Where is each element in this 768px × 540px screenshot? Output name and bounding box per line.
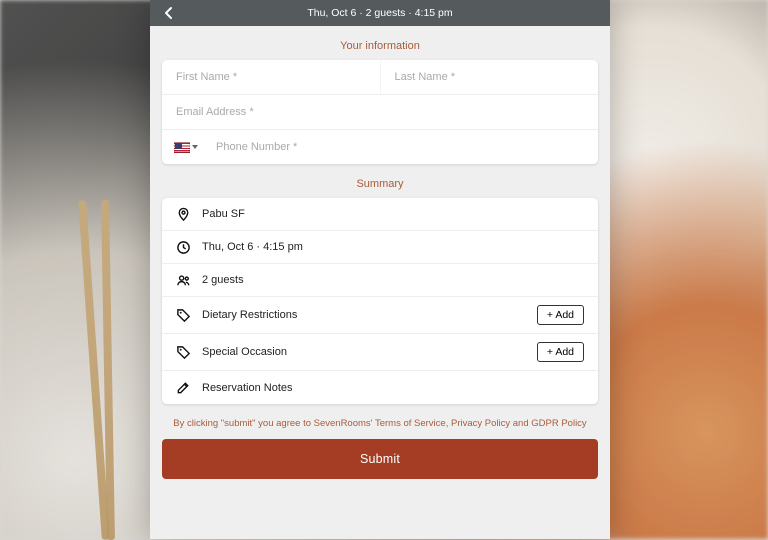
privacy-link[interactable]: Privacy Policy	[451, 418, 510, 429]
dietary-label: Dietary Restrictions	[202, 309, 526, 321]
summary-title: Summary	[162, 178, 598, 190]
submit-button[interactable]: Submit	[162, 439, 598, 479]
summary-card: Pabu SF Thu, Oct 6 · 4:15 pm 2 guests Di…	[162, 198, 598, 404]
occasion-label: Special Occasion	[202, 346, 526, 358]
add-occasion-button[interactable]: + Add	[537, 342, 584, 362]
name-row	[162, 60, 598, 95]
email-row	[162, 95, 598, 130]
dietary-row: Dietary Restrictions + Add	[162, 297, 598, 334]
us-flag-icon[interactable]	[174, 142, 190, 153]
last-name-input[interactable]	[381, 60, 599, 94]
datetime-row: Thu, Oct 6 · 4:15 pm	[162, 231, 598, 264]
back-button[interactable]	[160, 4, 178, 22]
tos-link[interactable]: Terms of Service	[375, 418, 446, 429]
location-pin-icon	[176, 207, 191, 222]
chevron-left-icon	[164, 6, 174, 20]
chevron-down-icon[interactable]	[192, 145, 198, 149]
venue-label: Pabu SF	[202, 208, 584, 220]
guests-icon	[176, 273, 191, 288]
your-information-title: Your information	[162, 40, 598, 52]
header-bar: Thu, Oct 6 · 2 guests · 4:15 pm	[150, 0, 610, 26]
guests-row: 2 guests	[162, 264, 598, 297]
tag-icon	[176, 345, 191, 360]
tag-icon	[176, 308, 191, 323]
clock-icon	[176, 240, 191, 255]
add-dietary-button[interactable]: + Add	[537, 305, 584, 325]
guests-label: 2 guests	[202, 274, 584, 286]
gdpr-link[interactable]: GDPR Policy	[531, 418, 586, 429]
reservation-panel: Thu, Oct 6 · 2 guests · 4:15 pm Your inf…	[150, 0, 610, 539]
pencil-icon	[176, 380, 191, 395]
venue-row: Pabu SF	[162, 198, 598, 231]
occasion-row: Special Occasion + Add	[162, 334, 598, 371]
header-summary: Thu, Oct 6 · 2 guests · 4:15 pm	[307, 7, 452, 19]
first-name-input[interactable]	[162, 60, 381, 94]
datetime-label: Thu, Oct 6 · 4:15 pm	[202, 241, 584, 253]
phone-row	[162, 130, 598, 164]
legal-text: By clicking "submit" you agree to SevenR…	[162, 418, 598, 429]
form-scroll-area: Your information Summary Pabu SF	[150, 26, 610, 539]
notes-label[interactable]: Reservation Notes	[202, 382, 584, 394]
legal-prefix: By clicking "submit" you agree to SevenR…	[173, 418, 375, 429]
email-input[interactable]	[162, 95, 598, 129]
phone-input[interactable]	[202, 130, 598, 164]
info-card	[162, 60, 598, 164]
notes-row: Reservation Notes	[162, 371, 598, 404]
